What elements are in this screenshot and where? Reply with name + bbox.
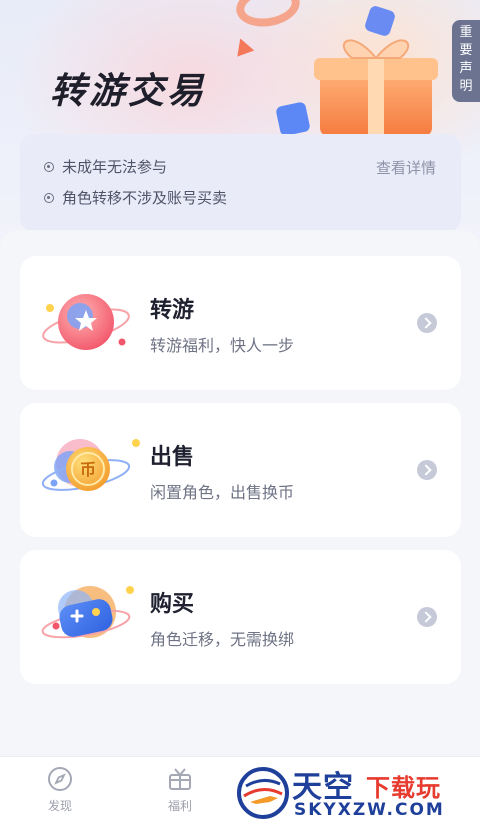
site-watermark: 天空 下载玩 SKYXZW.COM: [232, 760, 480, 821]
rules-info-card: 未成年无法参与 角色转移不涉及账号买卖 查看详情: [20, 134, 461, 232]
gamepad-orb-icon: [41, 586, 134, 639]
card-title: 购买: [150, 592, 195, 617]
watermark-url: SKYXZW.COM: [294, 800, 445, 820]
coin-orb-icon: 币: [41, 439, 140, 491]
bullet-icon: [44, 192, 54, 203]
notice-tab-char: 重: [459, 25, 473, 40]
card-subtitle: 闲置角色，出售换币: [150, 483, 295, 502]
gift-box-illustration-icon: [314, 39, 438, 136]
rule-text: 未成年无法参与: [62, 158, 168, 176]
svg-text:币: 币: [80, 460, 96, 479]
view-details-link[interactable]: 查看详情: [376, 157, 436, 178]
watermark-brand-sub: 下载玩: [366, 774, 441, 802]
card-subtitle: 角色迁移，无需换绑: [150, 630, 295, 649]
chevron-right-icon: [417, 460, 437, 480]
compass-icon: [48, 767, 72, 791]
transfer-game-card[interactable]: 转游 转游福利，快人一步: [20, 256, 461, 390]
card-title: 出售: [150, 445, 195, 470]
tab-label: 发现: [47, 799, 72, 813]
notice-tab-char: 声: [459, 61, 473, 76]
decor-triangle-icon: [231, 35, 255, 57]
chevron-right-icon: [417, 313, 437, 333]
tab-discover[interactable]: 发现: [30, 765, 90, 814]
important-notice-tab[interactable]: 重 要 声 明: [452, 20, 480, 102]
gift-box-icon: [169, 768, 191, 790]
buy-card[interactable]: 购买 角色迁移，无需换绑: [20, 550, 461, 684]
tab-label: 福利: [167, 799, 192, 813]
rule-item: 未成年无法参与: [44, 156, 167, 177]
notice-tab-char: 明: [459, 79, 473, 94]
star-orb-icon: [42, 294, 130, 350]
tab-welfare[interactable]: 福利: [150, 765, 210, 814]
watermark-logo-icon: [237, 767, 289, 819]
card-subtitle: 转游福利，快人一步: [150, 336, 295, 355]
card-title: 转游: [150, 298, 195, 323]
rule-text: 角色转移不涉及账号买卖: [62, 189, 228, 207]
options-sheet: 转游 转游福利，快人一步 币 出售 闲置角色，出售换币 购买 角色迁移，无需换绑: [0, 230, 480, 760]
page-title: 转游交易: [50, 71, 207, 112]
sell-card[interactable]: 币 出售 闲置角色，出售换币: [20, 403, 461, 537]
notice-tab-char: 要: [459, 43, 473, 58]
decor-ring-icon: [233, 0, 303, 32]
bullet-icon: [44, 161, 54, 172]
decor-cube-icon: [275, 101, 311, 137]
rule-item: 角色转移不涉及账号买卖: [44, 187, 227, 208]
chevron-right-icon: [417, 607, 437, 627]
